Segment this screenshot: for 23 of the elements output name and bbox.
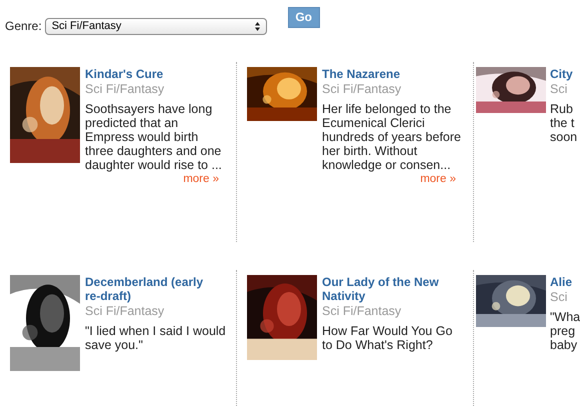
- book-description: How Far Would You Go to Do What's Right?: [322, 324, 454, 352]
- book-genre: Sci Fi/Fantasy: [85, 303, 166, 319]
- book-title[interactable]: Decemberland (early re-draft): [85, 275, 225, 303]
- updown-icon: [254, 22, 260, 30]
- genre-label: Genre:: [5, 18, 42, 35]
- book-title[interactable]: Alie: [550, 275, 580, 289]
- more-link[interactable]: more »: [420, 172, 456, 186]
- book-genre: Sci: [550, 81, 568, 97]
- book-description: "I lied when I said I would save you.": [85, 324, 225, 352]
- book-title[interactable]: Our Lady of the New Nativity: [322, 275, 462, 303]
- book-genre: Sci: [550, 289, 568, 305]
- book-description: "Wha preg baby: [550, 310, 580, 352]
- book-description: Rub the t soon: [550, 102, 578, 144]
- book-genre: Sci Fi/Fantasy: [85, 81, 166, 97]
- book-title[interactable]: The Nazarene: [322, 67, 462, 81]
- book-genre: Sci Fi/Fantasy: [322, 303, 402, 319]
- book-title[interactable]: City: [550, 67, 580, 81]
- book-description: Soothsayers have long predicted that an Empress would birth three daughters and one daughter would rise to ...: [85, 102, 223, 172]
- genre-select[interactable]: Sci Fi/Fantasy: [44, 18, 267, 34]
- more-link[interactable]: more »: [183, 172, 219, 186]
- book-title[interactable]: Kindar's Cure: [85, 67, 225, 81]
- book-genre: Sci Fi/Fantasy: [322, 81, 402, 97]
- book-description: Her life belonged to the Ecumenical Clerici hundreds of years before her birth. Without knowledge or consen...: [322, 102, 462, 172]
